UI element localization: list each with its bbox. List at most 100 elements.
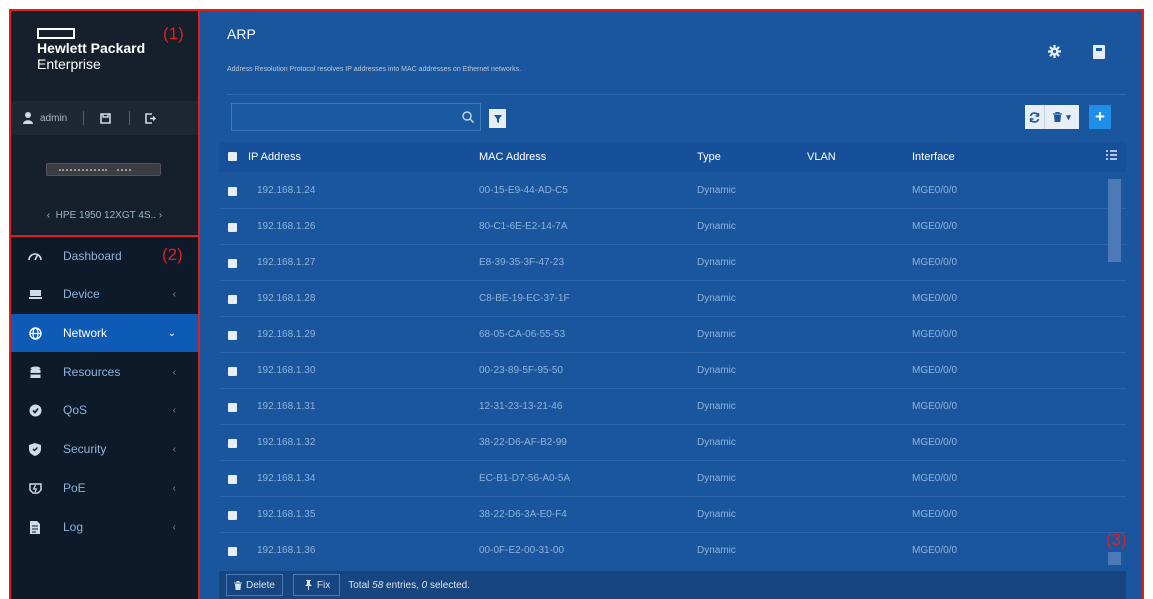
- divider: [129, 111, 131, 125]
- save-icon[interactable]: [100, 112, 112, 124]
- cell-type: Dynamic: [697, 509, 736, 520]
- sidebar: Hewlett Packard Enterprise (1) admin ‹ H…: [11, 11, 200, 599]
- total-prefix: Total: [348, 579, 373, 591]
- cell-ip: 192.168.1.27: [257, 257, 316, 268]
- header-ip[interactable]: IP Address: [248, 151, 301, 163]
- table-header: IP Address MAC Address Type VLAN Interfa…: [219, 142, 1126, 172]
- scrollbar-thumb[interactable]: [1108, 179, 1121, 262]
- cell-mac: C8-BE-19-EC-37-1F: [479, 293, 570, 304]
- cell-mac: 00-23-89-5F-95-50: [479, 365, 563, 376]
- app-frame: Hewlett Packard Enterprise (1) admin ‹ H…: [9, 9, 1144, 599]
- search-box[interactable]: [231, 103, 481, 131]
- column-list-icon[interactable]: [1106, 150, 1117, 163]
- log-icon: [28, 520, 42, 534]
- chevron-left-icon[interactable]: ‹: [47, 210, 50, 221]
- cell-mac: 80-C1-6E-E2-14-7A: [479, 221, 568, 232]
- poe-icon: [28, 481, 42, 495]
- nav-item-qos[interactable]: QoS ‹: [11, 391, 198, 429]
- cell-mac: 38-22-D6-3A-E0-F4: [479, 509, 567, 520]
- nav-item-security[interactable]: Security ‹: [11, 430, 198, 468]
- table-row[interactable]: 192.168.1.29 68-05-CA-06-55-53 Dynamic MGE0…: [219, 317, 1126, 353]
- cell-interface: MGE0/0/0: [912, 329, 958, 340]
- table-row[interactable]: 192.168.1.31 12-31-23-13-21-46 Dynamic MGE0…: [219, 389, 1126, 425]
- gear-icon[interactable]: [1048, 45, 1061, 58]
- filter-icon: [493, 114, 502, 123]
- cell-type: Dynamic: [697, 293, 736, 304]
- chevron-left-icon: ‹: [172, 443, 176, 455]
- chevron-right-icon[interactable]: ›: [159, 210, 162, 221]
- header-type[interactable]: Type: [697, 151, 721, 163]
- database-icon: [28, 365, 42, 379]
- cell-interface: MGE0/0/0: [912, 221, 958, 232]
- header-mac[interactable]: MAC Address: [479, 151, 546, 163]
- device-selector[interactable]: ‹ HPE 1950 12XGT 4S.. ›: [11, 210, 198, 221]
- chevron-left-icon: ‹: [172, 366, 176, 378]
- search-input[interactable]: [236, 107, 456, 127]
- table-row[interactable]: 192.168.1.28 C8-BE-19-EC-37-1F Dynamic MGE0…: [219, 281, 1126, 317]
- refresh-button[interactable]: [1025, 105, 1045, 129]
- row-checkbox[interactable]: [228, 223, 237, 232]
- cell-ip: 192.168.1.28: [257, 293, 316, 304]
- table-row[interactable]: 192.168.1.30 00-23-89-5F-95-50 Dynamic MGE0…: [219, 353, 1126, 389]
- search-icon[interactable]: [462, 110, 475, 124]
- row-checkbox[interactable]: [228, 331, 237, 340]
- delete-dropdown-button[interactable]: ▾: [1045, 105, 1079, 129]
- pin-icon: [304, 580, 312, 590]
- chevron-down-icon: ⌄: [167, 327, 176, 339]
- username: admin: [40, 112, 68, 124]
- gauge-icon: [28, 249, 42, 263]
- header-interface[interactable]: Interface: [912, 151, 955, 163]
- nav-label: Log: [63, 520, 84, 534]
- logout-icon[interactable]: [145, 112, 157, 124]
- row-checkbox[interactable]: [228, 475, 237, 484]
- delete-label: Delete: [246, 579, 275, 591]
- row-checkbox[interactable]: [228, 439, 237, 448]
- filter-button[interactable]: [489, 109, 506, 128]
- fix-button[interactable]: Fix: [292, 574, 341, 596]
- row-checkbox[interactable]: [228, 259, 237, 268]
- nav-item-network[interactable]: Network ⌄: [11, 314, 198, 352]
- cell-ip: 192.168.1.36: [257, 545, 316, 556]
- table-row[interactable]: 192.168.1.26 80-C1-6E-E2-14-7A Dynamic MGE0…: [219, 209, 1126, 245]
- cell-type: Dynamic: [697, 473, 736, 484]
- table-body: 192.168.1.24 00-15-E9-44-AD-C5 Dynamic MGE0…: [219, 173, 1126, 562]
- cell-type: Dynamic: [697, 365, 736, 376]
- row-checkbox[interactable]: [228, 511, 237, 520]
- nav-item-log[interactable]: Log ‹: [11, 508, 198, 546]
- delete-button[interactable]: Delete: [226, 574, 283, 596]
- scrollbar-end[interactable]: [1108, 552, 1121, 565]
- caret-down-icon: ▾: [1066, 111, 1071, 122]
- nav-item-poe[interactable]: PoE ‹: [11, 469, 198, 507]
- cell-interface: MGE0/0/0: [912, 545, 958, 556]
- cell-ip: 192.168.1.31: [257, 401, 316, 412]
- main-content: ARP Address Resolution Protocol resolves…: [200, 11, 1142, 599]
- total-count: 58: [372, 579, 384, 591]
- header-vlan[interactable]: VLAN: [807, 151, 836, 163]
- row-checkbox[interactable]: [228, 547, 237, 556]
- refresh-icon: [1029, 111, 1040, 123]
- table-row[interactable]: 192.168.1.35 38-22-D6-3A-E0-F4 Dynamic MGE0…: [219, 497, 1126, 533]
- select-all-checkbox[interactable]: [228, 152, 237, 161]
- nav-item-device[interactable]: Device ‹: [11, 275, 198, 313]
- table-row[interactable]: 192.168.1.27 E8-39-35-3F-47-23 Dynamic MGE0…: [219, 245, 1126, 281]
- shield-icon: [28, 442, 42, 456]
- add-button[interactable]: +: [1089, 105, 1111, 129]
- table-footer: Delete Fix Total 58 entries, 0 selected.: [219, 571, 1126, 599]
- cell-mac: E8-39-35-3F-47-23: [479, 257, 565, 268]
- table-row[interactable]: 192.168.1.32 38-22-D6-AF-B2-99 Dynamic MGE0…: [219, 425, 1126, 461]
- cell-mac: 00-15-E9-44-AD-C5: [479, 185, 568, 196]
- chevron-left-icon: ‹: [172, 288, 176, 300]
- table-row[interactable]: 192.168.1.34 EC-B1-D7-56-A0-5A Dynamic MGE0…: [219, 461, 1126, 497]
- page-subtitle: Address Resolution Protocol resolves IP …: [227, 66, 522, 73]
- annotation-label-1: (1): [163, 24, 184, 43]
- chevron-left-icon: ‹: [172, 482, 176, 494]
- book-icon[interactable]: [1093, 45, 1105, 59]
- row-checkbox[interactable]: [228, 367, 237, 376]
- row-checkbox[interactable]: [228, 295, 237, 304]
- table-row[interactable]: 192.168.1.24 00-15-E9-44-AD-C5 Dynamic MGE0…: [219, 173, 1126, 209]
- cell-type: Dynamic: [697, 545, 736, 556]
- nav-item-resources[interactable]: Resources ‹: [11, 353, 198, 391]
- row-checkbox[interactable]: [228, 403, 237, 412]
- row-checkbox[interactable]: [228, 187, 237, 196]
- table-row[interactable]: 192.168.1.36 00-0F-E2-00-31-00 Dynamic MGE0…: [219, 533, 1126, 562]
